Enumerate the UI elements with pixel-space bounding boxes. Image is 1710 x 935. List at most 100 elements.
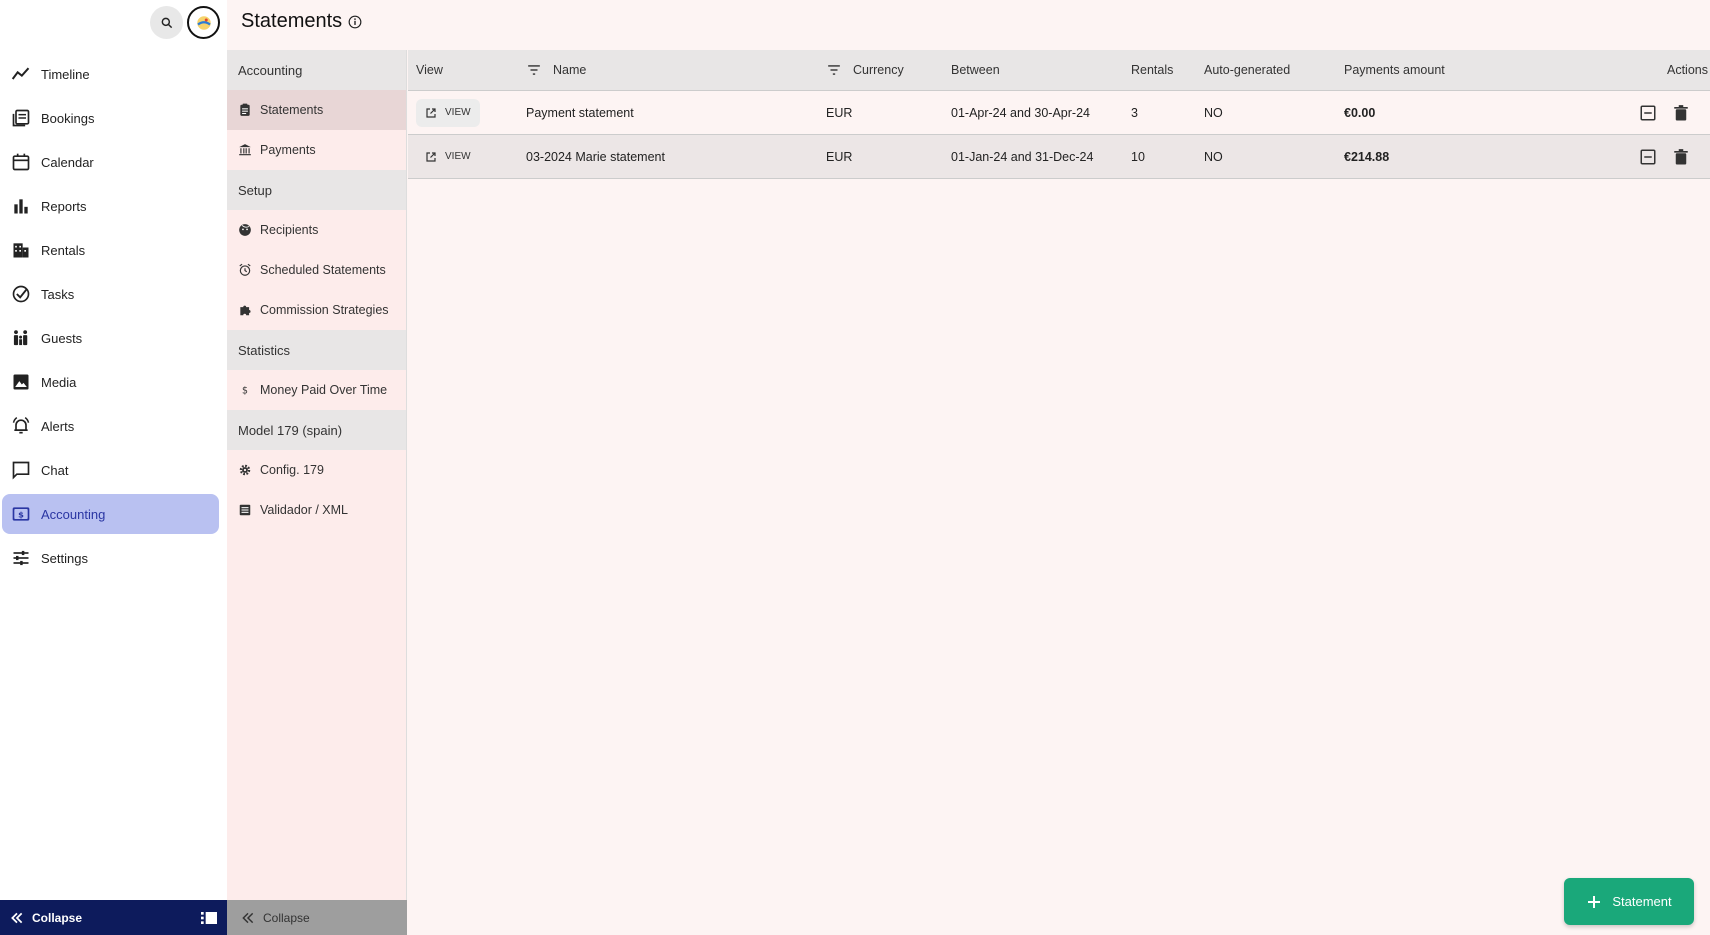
subnav-item-recipients[interactable]: Recipients: [227, 210, 406, 250]
double-chevron-left-icon: [11, 912, 23, 923]
nav-item-timeline[interactable]: Timeline: [2, 54, 219, 94]
face-icon: [237, 222, 253, 238]
timeline-icon: [10, 63, 32, 85]
delete-icon[interactable]: [1670, 146, 1692, 168]
add-statement-label: Statement: [1612, 894, 1672, 909]
list-box-icon: [237, 502, 253, 518]
avatar[interactable]: [187, 6, 220, 39]
subnav-label: Scheduled Statements: [260, 263, 386, 277]
nav-item-alerts[interactable]: Alerts: [2, 406, 219, 446]
subnav-collapse-button[interactable]: Collapse: [227, 900, 407, 935]
dollar-box-icon: $: [10, 503, 32, 525]
collapse-box-icon[interactable]: [1637, 102, 1659, 124]
chat-icon: [10, 459, 32, 481]
bell-icon: [10, 415, 32, 437]
open-in-new-icon: [426, 107, 436, 118]
nav-label: Tasks: [41, 286, 75, 302]
people-icon: [10, 327, 32, 349]
page-title-text: Statements: [241, 10, 343, 32]
puzzle-icon: [237, 302, 253, 318]
nav-label: Rentals: [41, 242, 86, 258]
cell-auto-generated: NO: [1204, 149, 1223, 164]
subnav-item-validador-xml[interactable]: Validador / XML: [227, 490, 406, 530]
nav-item-tasks[interactable]: Tasks: [2, 274, 219, 314]
cell-name: 03-2024 Marie statement: [526, 149, 665, 164]
subnav-section-model-179: Model 179 (spain): [227, 410, 406, 450]
page-title: Statements: [241, 10, 362, 33]
open-in-new-icon: [426, 151, 436, 162]
subnav-label: Recipients: [260, 223, 319, 237]
subnav-item-scheduled-statements[interactable]: Scheduled Statements: [227, 250, 406, 290]
logo-icon: [196, 15, 211, 30]
nav-item-rentals[interactable]: Rentals: [2, 230, 219, 270]
column-header-name[interactable]: Name: [527, 50, 586, 90]
subnav-label: Statements: [260, 103, 324, 117]
nav-item-accounting[interactable]: $ Accounting: [2, 494, 219, 534]
subnav-section-statistics: Statistics: [227, 330, 406, 370]
subnav-item-money-paid-over-time[interactable]: $ Money Paid Over Time: [227, 370, 406, 410]
column-header-label: Name: [553, 63, 587, 77]
image-icon: [10, 371, 32, 393]
nav-item-media[interactable]: Media: [2, 362, 219, 402]
collapse-box-icon[interactable]: [1637, 146, 1659, 168]
svg-text:$: $: [242, 386, 248, 397]
subnav-item-config-179[interactable]: Config. 179: [227, 450, 406, 490]
column-header-payments-amount[interactable]: Payments amount: [1344, 50, 1445, 90]
info-icon[interactable]: [348, 15, 362, 29]
nav-item-guests[interactable]: Guests: [2, 318, 219, 358]
cell-payments-amount: €0.00: [1344, 105, 1376, 120]
view-button[interactable]: VIEW: [416, 143, 480, 171]
subnav-label: Config. 179: [260, 463, 324, 477]
clipboard-icon: [237, 102, 253, 118]
cell-auto-generated: NO: [1204, 105, 1223, 120]
building-icon: [10, 239, 32, 261]
alarm-icon: [237, 262, 253, 278]
subnav-item-commission-strategies[interactable]: Commission Strategies: [227, 290, 406, 330]
subnav-section-accounting: Accounting: [227, 50, 406, 90]
column-header-currency[interactable]: Currency: [827, 50, 904, 90]
cell-rentals: 10: [1131, 149, 1145, 164]
nav-item-bookings[interactable]: Bookings: [2, 98, 219, 138]
subnav-section-setup: Setup: [227, 170, 406, 210]
cell-payments-amount: €214.88: [1344, 149, 1390, 164]
add-statement-button[interactable]: Statement: [1564, 878, 1694, 925]
cell-between: 01-Apr-24 and 30-Apr-24: [951, 105, 1090, 120]
nav-label: Alerts: [41, 418, 75, 434]
bar-chart-icon: [10, 195, 32, 217]
list-view-icon[interactable]: [201, 911, 217, 925]
svg-text:$: $: [18, 509, 24, 519]
nav-item-settings[interactable]: Settings: [2, 538, 219, 578]
gear-icon: [237, 462, 253, 478]
nav-label: Calendar: [41, 154, 94, 170]
column-header-between[interactable]: Between: [951, 50, 1000, 90]
nav-item-reports[interactable]: Reports: [2, 186, 219, 226]
nav-item-calendar[interactable]: Calendar: [2, 142, 219, 182]
search-button[interactable]: [150, 6, 183, 39]
table-row[interactable]: VIEW 03-2024 Marie statement EUR 01-Jan-…: [408, 135, 1710, 179]
column-header-rentals[interactable]: Rentals: [1131, 50, 1173, 90]
column-header-auto-generated[interactable]: Auto-generated: [1204, 50, 1290, 90]
subnav-label: Commission Strategies: [260, 303, 389, 317]
nav-label: Bookings: [41, 110, 95, 126]
view-button[interactable]: VIEW: [416, 98, 480, 127]
collapse-label: Collapse: [263, 910, 310, 925]
subnav-item-statements[interactable]: Statements: [227, 90, 406, 130]
subnav-item-payments[interactable]: Payments: [227, 130, 406, 170]
cell-between: 01-Jan-24 and 31-Dec-24: [951, 149, 1094, 164]
subnav-label: Validador / XML: [260, 503, 349, 517]
collapse-label: Collapse: [32, 910, 83, 925]
column-header-view[interactable]: View: [416, 50, 443, 90]
table-row[interactable]: VIEW Payment statement EUR 01-Apr-24 and…: [408, 91, 1710, 135]
delete-icon[interactable]: [1670, 102, 1692, 124]
view-button-label: VIEW: [445, 107, 471, 118]
statements-table: View Name Currency Between Rentals Auto-…: [408, 50, 1710, 179]
bank-icon: [237, 142, 253, 158]
dollar-icon: $: [237, 382, 253, 398]
nav-label: Chat: [41, 462, 69, 478]
filter-icon[interactable]: [827, 64, 841, 76]
cell-currency: EUR: [826, 149, 853, 164]
filter-icon[interactable]: [527, 64, 541, 76]
nav-item-chat[interactable]: Chat: [2, 450, 219, 490]
sidebar-collapse-button[interactable]: Collapse: [0, 900, 227, 935]
main-sidebar: Timeline Bookings Calendar Reports Renta…: [0, 0, 227, 935]
